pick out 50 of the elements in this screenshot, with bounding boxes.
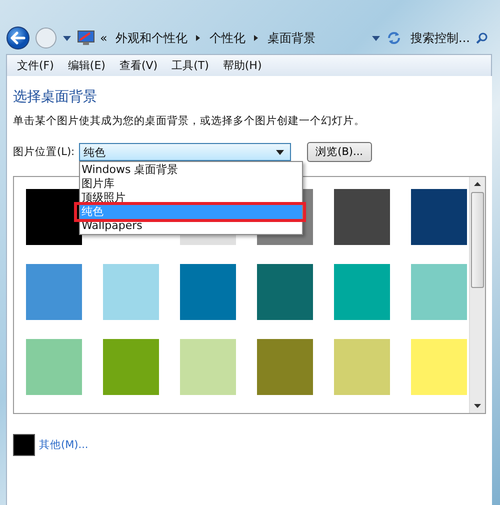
forward-button[interactable]: [35, 27, 57, 49]
dropdown-option[interactable]: Windows 桌面背景: [80, 163, 302, 177]
color-swatch[interactable]: [26, 339, 82, 395]
scrollbar[interactable]: [469, 177, 485, 413]
location-dropdown[interactable]: 纯色: [78, 143, 291, 161]
other-colors-link[interactable]: 其他(M)...: [39, 438, 88, 452]
color-swatch[interactable]: [103, 339, 159, 395]
color-swatch[interactable]: [334, 264, 390, 320]
field-label: 图片位置(L):: [13, 145, 75, 159]
scroll-thumb[interactable]: [471, 192, 484, 288]
dropdown-option[interactable]: Wallpapers: [80, 219, 302, 233]
dropdown-icon[interactable]: [370, 34, 381, 42]
color-swatch[interactable]: [411, 339, 467, 395]
color-swatch[interactable]: [257, 339, 313, 395]
menu-item[interactable]: 帮助(H): [216, 57, 268, 74]
monitor-icon: [77, 30, 95, 46]
color-swatch[interactable]: [180, 339, 236, 395]
color-swatch[interactable]: [180, 264, 236, 320]
color-swatch[interactable]: [334, 189, 390, 245]
dropdown-icon[interactable]: [62, 34, 72, 42]
arrow-icon[interactable]: [195, 34, 202, 42]
breadcrumb-item[interactable]: 个性化: [206, 30, 248, 46]
menu-item[interactable]: 文件(F): [11, 57, 60, 74]
refresh-icon[interactable]: [386, 30, 402, 46]
color-swatch[interactable]: [26, 189, 82, 245]
color-swatch[interactable]: [334, 339, 390, 395]
color-swatch[interactable]: [103, 264, 159, 320]
dropdown-option[interactable]: 顶级照片: [80, 191, 302, 205]
menu-item[interactable]: 查看(V): [113, 57, 164, 74]
color-swatch[interactable]: [26, 264, 82, 320]
browse-button[interactable]: 浏览(B)...: [306, 142, 372, 162]
overflow-chevron[interactable]: «: [100, 31, 108, 45]
scroll-up-icon[interactable]: [474, 182, 481, 186]
dropdown-option[interactable]: 图片库: [80, 177, 302, 191]
color-swatch[interactable]: [411, 189, 467, 245]
search-icon[interactable]: [476, 32, 488, 44]
back-button[interactable]: [6, 26, 30, 50]
scroll-down-icon[interactable]: [474, 404, 481, 408]
breadcrumb-item[interactable]: 桌面背景: [264, 30, 318, 46]
color-swatch[interactable]: [13, 434, 35, 456]
description-text: 单击某个图片使其成为您的桌面背景，或选择多个图片创建一个幻灯片。: [13, 114, 366, 128]
page-heading: 选择桌面背景: [13, 88, 98, 106]
caret-icon: [276, 150, 284, 154]
color-swatch[interactable]: [411, 264, 467, 320]
menu-item[interactable]: 编辑(E): [62, 57, 112, 74]
menu-item[interactable]: 工具(T): [166, 57, 215, 74]
color-swatch[interactable]: [257, 264, 313, 320]
search-field[interactable]: 搜索控制...: [406, 28, 492, 48]
arrow-icon[interactable]: [253, 34, 260, 42]
breadcrumb-item[interactable]: 外观和个性化: [112, 30, 190, 46]
